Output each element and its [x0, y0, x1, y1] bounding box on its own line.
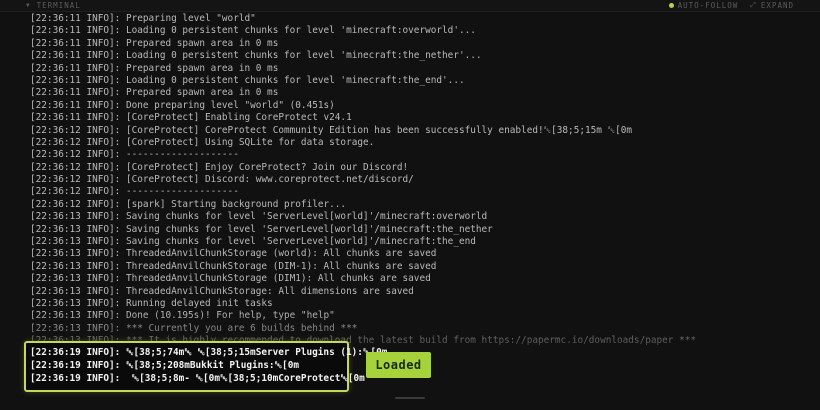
log-line: [22:36:13 INFO]: Running delayed init ta… — [30, 297, 273, 309]
log-line: [22:36:11 INFO]: [CoreProtect] Enabling … — [30, 112, 352, 124]
log-line: [22:36:13 INFO]: Done (10.195s)! For hel… — [30, 310, 335, 322]
terminal-header: ▼ TERMINAL AUTO-FOLLOW ⤢ EXPAND — [0, 0, 820, 12]
log-line: [22:36:12 INFO]: -------------------- — [30, 186, 239, 198]
log-line: [22:36:11 INFO]: Loading 0 persistent ch… — [30, 25, 476, 37]
expand-icon: ⤢ — [750, 1, 757, 9]
log-line: [22:36:11 INFO]: Loading 0 persistent ch… — [30, 50, 482, 62]
auto-follow-button[interactable]: AUTO-FOLLOW — [668, 1, 739, 10]
log-line: [22:36:11 INFO]: Prepared spawn area in … — [30, 87, 279, 99]
terminal-title: TERMINAL — [36, 1, 81, 10]
highlighted-log-line: [22:36:19 INFO]: ␛[38;5;74m␛ ␛[38;5;15mS… — [30, 347, 388, 358]
log-line: [22:36:12 INFO]: [CoreProtect] Discord: … — [30, 174, 414, 186]
log-line: [22:36:12 INFO]: -------------------- — [30, 149, 239, 161]
log-line: [22:36:11 INFO]: Loading 0 persistent ch… — [30, 74, 465, 86]
terminal-panel: ▼ TERMINAL AUTO-FOLLOW ⤢ EXPAND [22:36:1… — [0, 0, 820, 410]
auto-follow-dot-icon — [668, 3, 674, 8]
log-line: [22:36:11 INFO]: Prepared spawn area in … — [30, 62, 279, 74]
log-line: [22:36:13 INFO]: Saving chunks for level… — [30, 236, 476, 248]
expand-button[interactable]: ⤢ EXPAND — [750, 1, 794, 10]
log-line: [22:36:13 INFO]: ThreadedAnvilChunkStora… — [30, 285, 414, 297]
scroll-handle[interactable] — [395, 397, 425, 399]
auto-follow-label: AUTO-FOLLOW — [677, 1, 739, 10]
log-line: [22:36:12 INFO]: [CoreProtect] CoreProte… — [30, 124, 632, 136]
terminal-title-group[interactable]: ▼ TERMINAL — [26, 0, 81, 11]
log-line: [22:36:12 INFO]: [CoreProtect] Enjoy Cor… — [30, 161, 409, 173]
log-output[interactable]: [22:36:11 INFO]: Preparing level "world"… — [30, 13, 810, 348]
log-line: [22:36:13 INFO]: Saving chunks for level… — [30, 223, 493, 235]
log-line: [22:36:13 INFO]: Saving chunks for level… — [30, 211, 488, 223]
log-line: [22:36:12 INFO]: [CoreProtect] Using SQL… — [30, 136, 375, 148]
terminal-actions: AUTO-FOLLOW ⤢ EXPAND — [668, 0, 794, 11]
log-line: [22:36:11 INFO]: Done preparing level "w… — [30, 99, 335, 111]
log-line: [22:36:13 INFO]: ThreadedAnvilChunkStora… — [30, 273, 431, 285]
log-line: [22:36:13 INFO]: *** Currently you are 6… — [30, 322, 358, 334]
collapse-triangle-icon[interactable]: ▼ — [26, 2, 31, 9]
log-line: [22:36:13 INFO]: ThreadedAnvilChunkStora… — [30, 260, 437, 272]
highlighted-log-line: [22:36:19 INFO]: ␛[38;5;8m- ␛[0m␛[38;5;1… — [30, 373, 365, 384]
log-line: [22:36:12 INFO]: [spark] Starting backgr… — [30, 198, 347, 210]
highlighted-log-box: [22:36:19 INFO]: ␛[38;5;74m␛ ␛[38;5;15mS… — [24, 341, 387, 392]
expand-label: EXPAND — [760, 1, 794, 10]
log-line: [22:36:11 INFO]: Prepared spawn area in … — [30, 37, 279, 49]
log-line: [22:36:11 INFO]: Preparing level "world" — [30, 13, 256, 24]
loaded-status-badge: Loaded — [366, 352, 431, 378]
log-line: [22:36:13 INFO]: ThreadedAnvilChunkStora… — [30, 248, 437, 260]
highlighted-log-line: [22:36:19 INFO]: ␛[38;5;208mBukkit Plugi… — [30, 360, 299, 371]
